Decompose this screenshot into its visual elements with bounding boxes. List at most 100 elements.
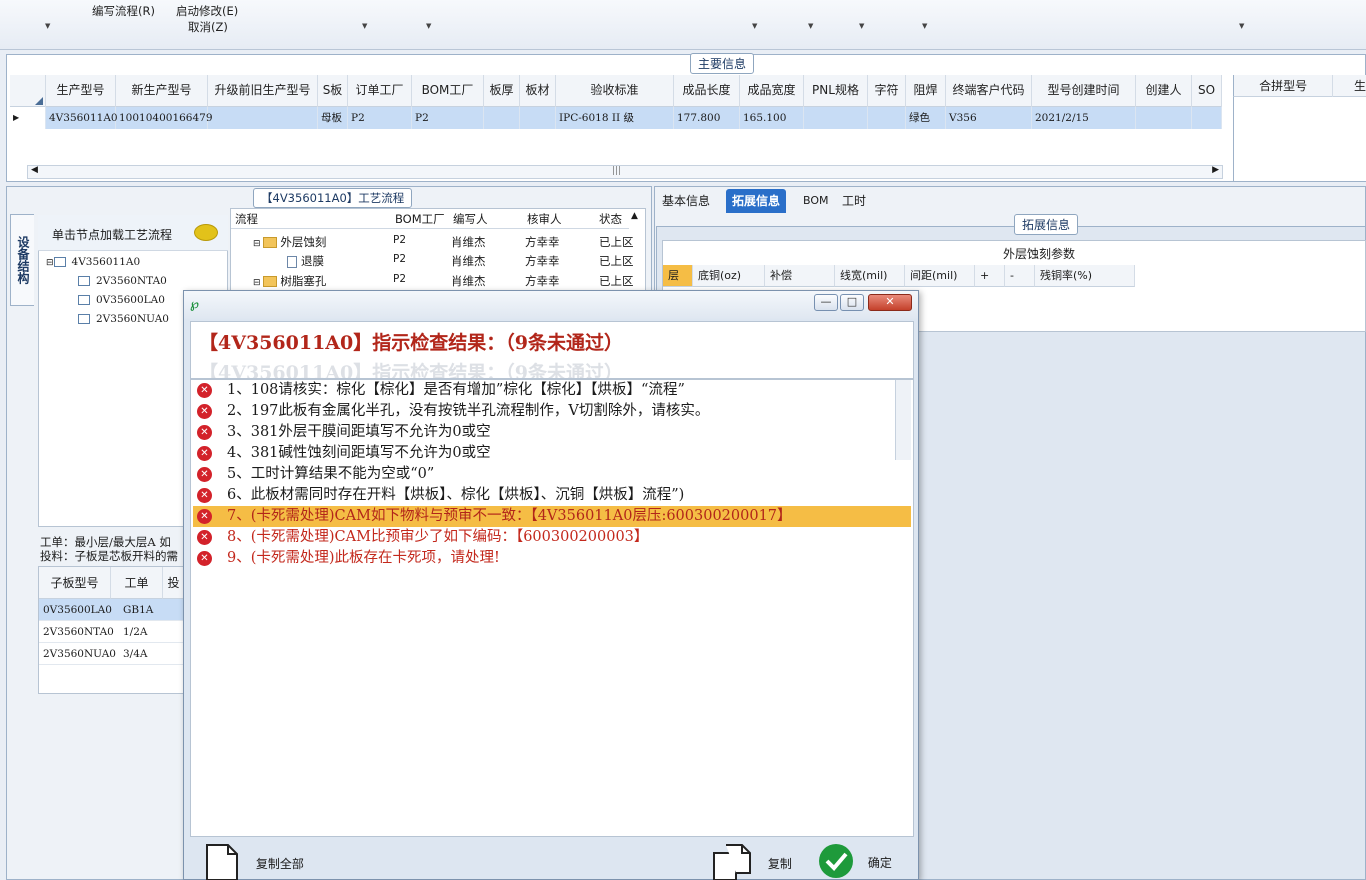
col-header[interactable]: 验收标准 [556,75,674,107]
table-row[interactable]: 2V3560NTA0 1/2A [39,621,185,643]
col-header[interactable]: + [975,265,1005,287]
cell[interactable]: 4V356011A0 [46,107,118,129]
vertical-tab-structure[interactable]: 设备结构 [10,214,34,306]
col-header[interactable]: 成品宽度 [740,75,804,107]
edit-flow-button[interactable]: 编写流程(R) [92,3,155,19]
flow-row[interactable]: 退膜 [287,253,324,269]
col-header[interactable]: 投 [163,567,185,599]
copy-all-button[interactable]: 复制全部 [204,843,304,880]
cell[interactable] [208,107,318,129]
col-header[interactable]: 流程 [235,211,258,227]
col-header[interactable]: 型号创建时间 [1032,75,1136,107]
col-header[interactable]: 状态 [599,211,622,227]
col-header[interactable]: 创建人 [1136,75,1192,107]
col-header[interactable]: 升级前旧生产型号 [208,75,318,107]
tree-child-node[interactable]: 0V35600LA0 [78,294,165,306]
cell[interactable]: 2021/2/15 [1032,107,1136,129]
cell[interactable] [1136,107,1192,129]
list-item[interactable]: ✕ 4、381碱性蚀刻间距填写不允许为0或空 [193,443,911,464]
scroll-left-icon[interactable]: ◀ [31,165,38,175]
vertical-scrollbar[interactable] [895,380,911,460]
tab-work-hours[interactable]: 工时 [836,189,872,213]
cell[interactable] [1192,107,1222,129]
col-header[interactable]: 间距(mil) [905,265,975,287]
col-header[interactable]: 成品长度 [674,75,740,107]
tree-child-node[interactable]: 2V3560NTA0 [78,275,167,287]
col-header[interactable]: 核审人 [527,211,562,227]
table-row[interactable]: 2V3560NUA0 3/4A [39,643,185,665]
col-header[interactable]: 线宽(mil) [835,265,905,287]
col-header[interactable]: BOM工厂 [395,211,445,227]
cell[interactable]: 10010400166479 [116,107,213,129]
col-header[interactable]: 新生产型号 [116,75,208,107]
tab-extended-info[interactable]: 拓展信息 [726,189,787,213]
cell[interactable]: P2 [348,107,412,129]
scroll-thumb[interactable]: ||| [612,166,621,176]
start-modify-button[interactable]: 启动修改(E) [176,3,238,19]
dropdown-arrow-icon[interactable]: ▼ [859,22,864,30]
col-header[interactable]: 板厚 [484,75,520,107]
list-item[interactable]: ✕ 2、197此板有金属化半孔，没有按铣半孔流程制作，V切割除外，请核实。 [193,401,911,422]
dropdown-arrow-icon[interactable]: ▼ [752,22,757,30]
col-header[interactable]: 阻焊 [906,75,946,107]
cell[interactable] [520,107,556,129]
col-header[interactable]: 补偿 [765,265,835,287]
dropdown-arrow-icon[interactable]: ▼ [426,22,431,30]
cell[interactable] [484,107,520,129]
dropdown-arrow-icon[interactable]: ▼ [922,22,927,30]
dropdown-arrow-icon[interactable]: ▼ [1239,22,1244,30]
col-header[interactable]: 残铜率(%) [1035,265,1135,287]
table-row[interactable]: ▶ 4V356011A0 10010400166479 母板 P2 P2 IPC… [10,107,1222,129]
cell[interactable] [868,107,906,129]
cell[interactable] [804,107,868,129]
col-header[interactable]: PNL规格 [804,75,868,107]
scroll-up-icon[interactable]: ▲ [631,211,638,221]
list-item[interactable]: ✕ 9、(卡死需处理)此板存在卡死项，请处理! [193,548,911,569]
dropdown-arrow-icon[interactable]: ▼ [362,22,367,30]
cell[interactable]: 母板 [318,107,348,129]
col-header[interactable]: 工单 [111,567,163,599]
tab-basic-info[interactable]: 基本信息 [656,189,716,213]
close-icon[interactable]: ✕ [868,294,912,311]
list-item[interactable]: ✕ 6、此板材需同时存在开料【烘板】、棕化【烘板】、沉铜【烘板】流程”) [193,485,911,506]
col-header[interactable]: 编写人 [453,211,488,227]
ok-button[interactable]: 确定 [818,843,892,879]
list-item-selected[interactable]: ✕ 7、(卡死需处理)CAM如下物料与预审不一致：【4V356011A0层压:60… [193,506,911,527]
col-header[interactable]: 层 [663,265,693,287]
col-header[interactable]: SO [1192,75,1222,107]
col-header[interactable]: 生 [1333,75,1366,97]
list-item[interactable]: ✕ 1、108请核实：棕化【棕化】是否有增加”棕化【棕化】【烘板】“流程” [193,380,911,401]
row-header-corner[interactable] [10,75,46,107]
col-header[interactable]: 订单工厂 [348,75,412,107]
list-item[interactable]: ✕ 3、381外层干膜间距填写不允许为0或空 [193,422,911,443]
cell[interactable]: 绿色 [906,107,946,129]
cancel-button[interactable]: 取消(Z) [188,19,228,35]
cell[interactable]: P2 [412,107,484,129]
list-item[interactable]: ✕ 5、工时计算结果不能为空或“0” [193,464,911,485]
cell[interactable]: 165.100 [740,107,804,129]
scroll-right-icon[interactable]: ▶ [1212,165,1219,175]
cell[interactable]: V356 [946,107,1032,129]
cell[interactable]: 177.800 [674,107,740,129]
copy-button[interactable]: 复制 [712,843,792,880]
flow-row[interactable]: ⊟ 树脂塞孔 [253,273,326,289]
flow-row[interactable]: ⊟ 外层蚀刻 [253,234,326,250]
col-header[interactable]: 生产型号 [46,75,116,107]
col-header[interactable]: - [1005,265,1035,287]
list-item[interactable]: ✕ 8、(卡死需处理)CAM比预审少了如下编码：【600300200003】 [193,527,911,548]
col-header[interactable]: 底铜(oz) [693,265,765,287]
message-list[interactable]: ✕ 1、108请核实：棕化【棕化】是否有增加”棕化【棕化】【烘板】“流程” ✕ 2、… [190,379,914,837]
tree-root-node[interactable]: ⊟ 4V356011A0 [46,256,140,268]
col-header[interactable]: 合拼型号 [1234,75,1334,97]
maximize-icon[interactable]: □ [840,294,864,311]
row-selector-icon[interactable]: ▶ [10,107,46,129]
tree-child-node[interactable]: 2V3560NUA0 [78,313,169,325]
col-header[interactable]: 板材 [520,75,556,107]
dialog-titlebar[interactable]: ℘ — □ ✕ [184,291,918,319]
cell[interactable]: IPC-6018 II 级 [556,107,674,129]
col-header[interactable]: 字符 [868,75,906,107]
speech-bubble-icon[interactable] [194,224,218,241]
col-header[interactable]: S板 [318,75,348,107]
col-header[interactable]: 终端客户代码 [946,75,1032,107]
table-row[interactable]: 0V35600LA0 GB1A [39,599,185,621]
